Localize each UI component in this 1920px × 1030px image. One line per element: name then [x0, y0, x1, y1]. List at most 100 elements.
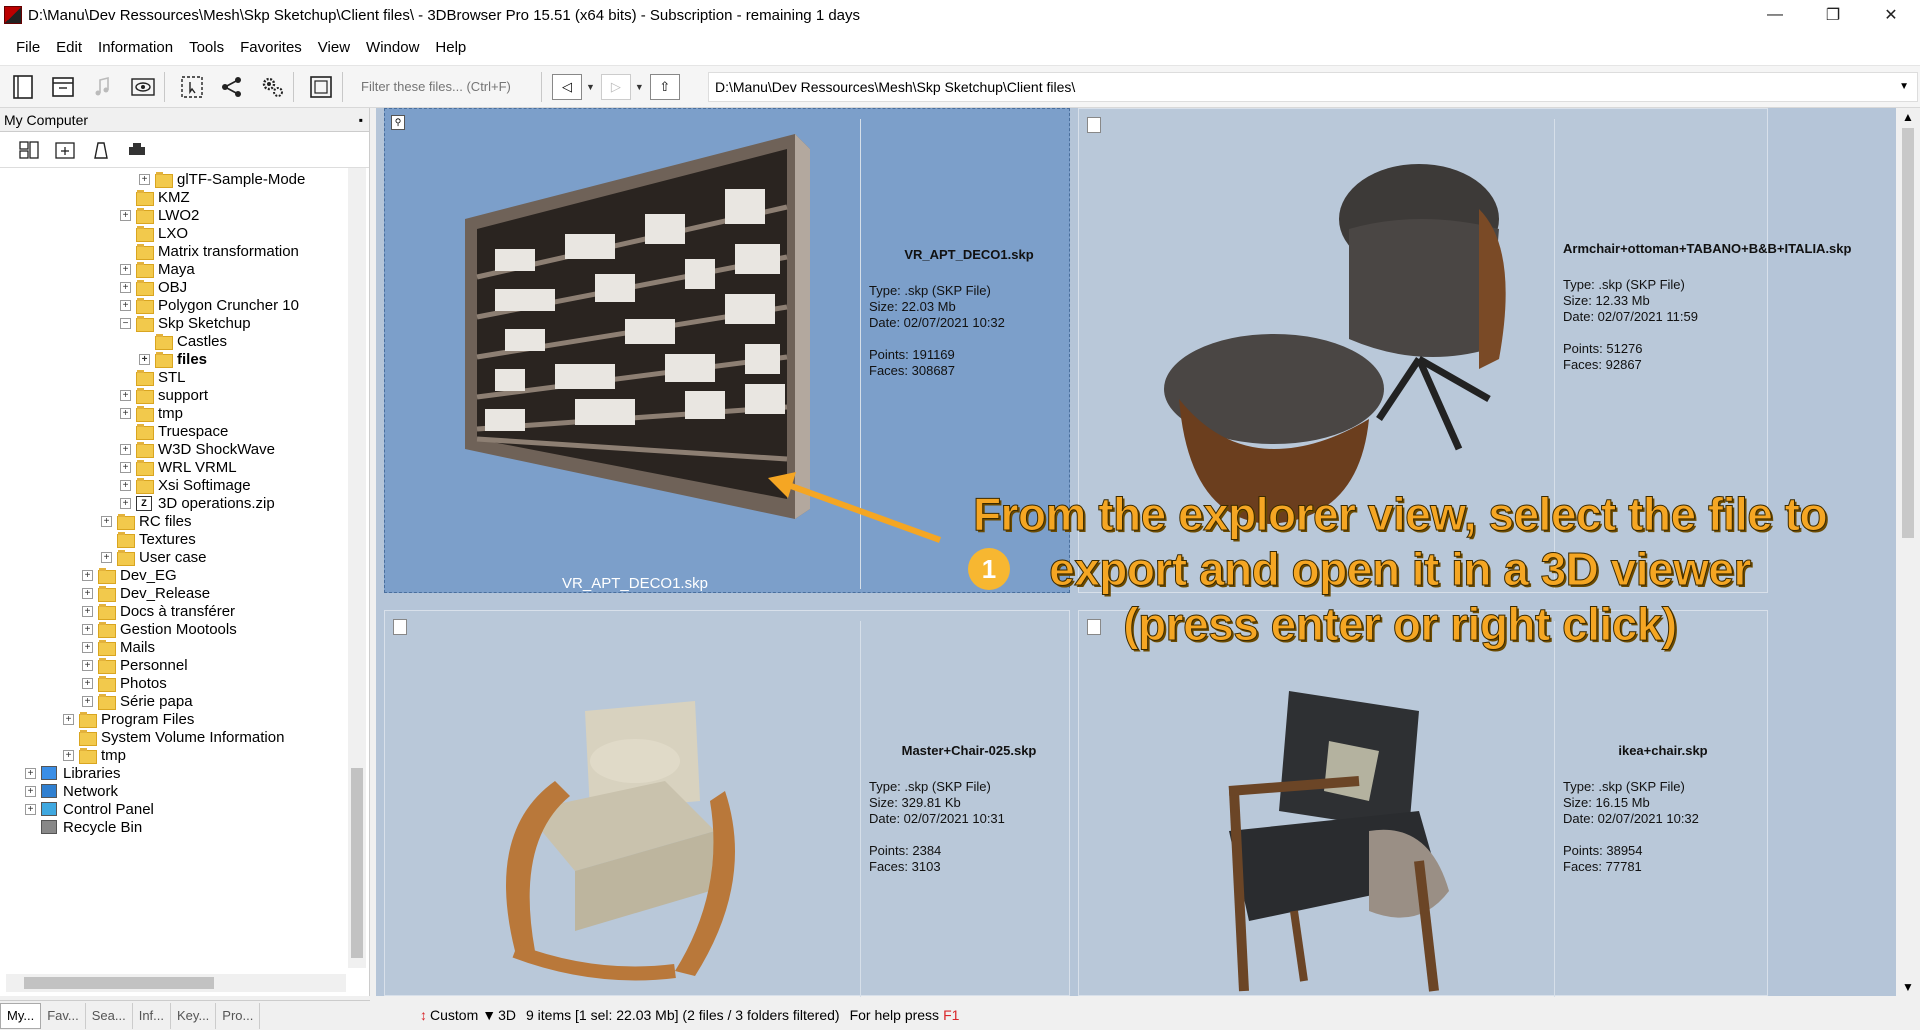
- filter-input[interactable]: [357, 72, 537, 101]
- scroll-thumb[interactable]: [1902, 128, 1914, 538]
- forward-button[interactable]: ▷: [600, 73, 631, 100]
- network-drive-icon[interactable]: [122, 137, 152, 163]
- file-type: Type: .skp (SKP File): [869, 779, 991, 794]
- tab-search[interactable]: Sea...: [86, 1002, 133, 1029]
- menu-favorites[interactable]: Favorites: [232, 39, 310, 56]
- tree-expander-icon[interactable]: +: [120, 479, 131, 491]
- tree-expander-icon[interactable]: +: [120, 461, 131, 473]
- folder-icon: [98, 586, 116, 602]
- menu-tools[interactable]: Tools: [181, 39, 232, 56]
- share-icon[interactable]: [215, 70, 249, 104]
- minimize-button[interactable]: —: [1746, 0, 1804, 30]
- tree-expander-icon[interactable]: +: [82, 587, 93, 599]
- tree-expander-icon[interactable]: +: [25, 785, 36, 797]
- view-mode[interactable]: 3D: [498, 1007, 516, 1023]
- filter-icon[interactable]: ▼: [482, 1007, 496, 1023]
- tree-expander-icon[interactable]: +: [139, 173, 150, 185]
- tree-item[interactable]: Recycle Bin: [25, 816, 142, 838]
- tree-expander-icon[interactable]: +: [82, 605, 93, 617]
- tree-item-label: support: [158, 386, 209, 404]
- tree-expander-icon[interactable]: +: [120, 443, 131, 455]
- menu-window[interactable]: Window: [358, 39, 427, 56]
- tree-expander-icon[interactable]: +: [120, 209, 131, 221]
- tree-expander-icon[interactable]: +: [101, 551, 112, 563]
- tree-expander-icon[interactable]: +: [101, 515, 112, 527]
- file-caption: VR_APT_DECO1.skp: [562, 575, 708, 592]
- path-field[interactable]: D:\Manu\Dev Ressources\Mesh\Skp Sketchup…: [708, 72, 1918, 102]
- pin-icon[interactable]: ▪: [359, 113, 363, 127]
- system-folder-icon: [41, 820, 57, 834]
- tree-expander-icon[interactable]: +: [82, 659, 93, 671]
- scroll-thumb[interactable]: [351, 768, 363, 958]
- tab-keywords[interactable]: Key...: [171, 1002, 217, 1029]
- lock-icon[interactable]: [86, 137, 116, 163]
- tree-item-label: Dev_Release: [120, 584, 211, 602]
- tree-expander-icon[interactable]: +: [63, 749, 74, 761]
- select-icon[interactable]: [175, 70, 209, 104]
- new-folder-icon[interactable]: [50, 137, 80, 163]
- tree-expander-icon[interactable]: +: [139, 353, 150, 365]
- tree-expander-icon[interactable]: +: [25, 767, 36, 779]
- tree-expander-icon[interactable]: +: [25, 803, 36, 815]
- tree-vertical-scrollbar[interactable]: [348, 168, 366, 968]
- forward-dropdown-icon[interactable]: ▼: [635, 82, 644, 92]
- back-button[interactable]: ◁: [552, 73, 582, 100]
- scroll-up-icon[interactable]: ▲: [1902, 110, 1914, 124]
- file-tile[interactable]: Master+Chair-025.skp Type: .skp (SKP Fil…: [384, 610, 1070, 997]
- tree-expander-icon[interactable]: +: [82, 623, 93, 635]
- folder-icon: [136, 244, 154, 260]
- menu-view[interactable]: View: [310, 39, 358, 56]
- tab-my-computer[interactable]: My...: [0, 1002, 42, 1029]
- content-vertical-scrollbar[interactable]: ▲ ▼: [1896, 108, 1920, 996]
- tab-favorites[interactable]: Fav...: [41, 1002, 86, 1029]
- tree-expander-icon[interactable]: +: [120, 389, 131, 401]
- tree-expander-icon[interactable]: +: [120, 263, 131, 275]
- sort-icon[interactable]: ↕: [420, 1007, 427, 1023]
- tree-expander-icon[interactable]: +: [120, 281, 131, 293]
- menu-information[interactable]: Information: [90, 39, 181, 56]
- up-folder-button[interactable]: ⇧: [649, 73, 680, 100]
- maximize-button[interactable]: ❐: [1804, 0, 1862, 30]
- toolbar-separator: [342, 71, 343, 102]
- gear-icon[interactable]: [255, 70, 289, 104]
- ikea-chair-thumbnail: [1228, 691, 1449, 992]
- scroll-thumb[interactable]: [24, 977, 214, 989]
- sort-mode[interactable]: Custom: [430, 1007, 478, 1023]
- toolbar-separator: [541, 71, 542, 102]
- app-icon: [4, 6, 22, 24]
- tree-expander-icon[interactable]: +: [120, 407, 131, 419]
- menu-file[interactable]: File: [8, 39, 48, 56]
- tree-expander-icon[interactable]: +: [63, 713, 74, 725]
- tree-expander-icon[interactable]: −: [120, 317, 131, 329]
- layout-icon[interactable]: [14, 137, 44, 163]
- fullscreen-icon[interactable]: [304, 70, 338, 104]
- tab-information[interactable]: Inf...: [133, 1002, 172, 1029]
- tree-expander-icon[interactable]: +: [82, 641, 93, 653]
- back-dropdown-icon[interactable]: ▼: [586, 82, 595, 92]
- music-icon[interactable]: [86, 70, 120, 104]
- tab-properties[interactable]: Pro...: [216, 1002, 261, 1029]
- folder-icon: [136, 316, 154, 332]
- scroll-down-icon[interactable]: ▼: [1902, 980, 1914, 994]
- close-button[interactable]: ✕: [1862, 0, 1920, 30]
- chevron-down-icon[interactable]: ▼: [1899, 73, 1909, 101]
- tree-item-label: Textures: [139, 530, 196, 548]
- folder-panel-title: My Computer: [4, 111, 89, 128]
- file-points: Points: 38954: [1563, 843, 1643, 858]
- tree-expander-icon[interactable]: +: [82, 677, 93, 689]
- tree-expander-icon[interactable]: +: [120, 497, 131, 509]
- tree-expander-icon[interactable]: +: [82, 695, 93, 707]
- annotation-line: export and open it in a 3D viewer: [1049, 543, 1752, 596]
- tree-horizontal-scrollbar[interactable]: [6, 974, 346, 992]
- tree-expander-icon[interactable]: +: [120, 299, 131, 311]
- tree-expander-icon[interactable]: +: [82, 569, 93, 581]
- file-tile[interactable]: ikea+chair.skp Type: .skp (SKP File) Siz…: [1078, 610, 1768, 997]
- tree-item-label: Recycle Bin: [63, 818, 143, 836]
- archive-icon[interactable]: [46, 70, 80, 104]
- eye-view-icon[interactable]: [126, 70, 160, 104]
- panel-toggle-icon[interactable]: [6, 70, 40, 104]
- menu-help[interactable]: Help: [427, 39, 474, 56]
- file-info: Master+Chair-025.skp Type: .skp (SKP Fil…: [869, 743, 1069, 875]
- menu-edit[interactable]: Edit: [48, 39, 90, 56]
